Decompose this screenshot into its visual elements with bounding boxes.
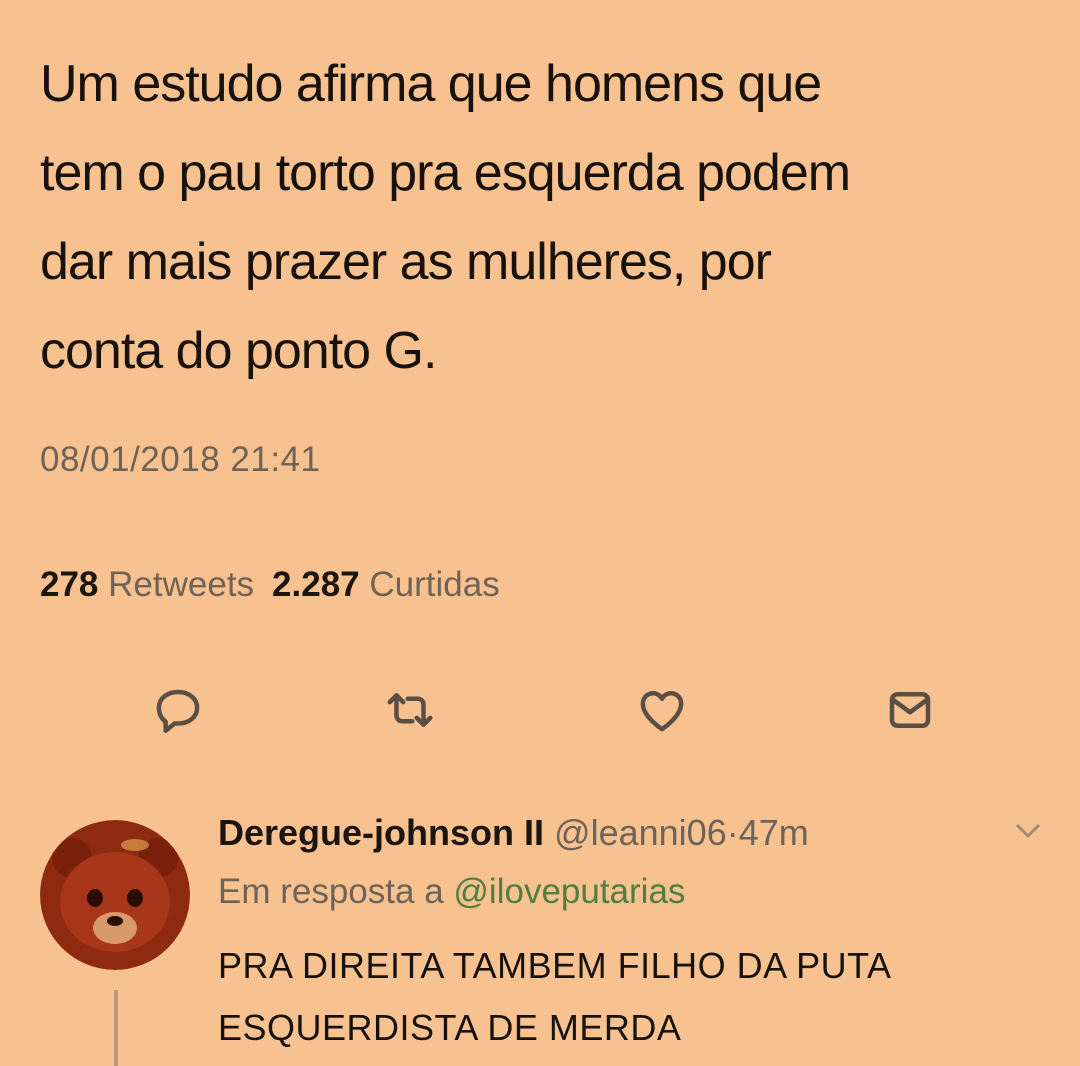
- reply-time: 47m: [738, 812, 809, 853]
- retweets-label: Retweets: [108, 565, 255, 604]
- likes-stat[interactable]: 2.287 Curtidas: [272, 565, 500, 604]
- message-button[interactable]: [880, 680, 940, 740]
- retweet-button[interactable]: [380, 680, 440, 740]
- like-button[interactable]: [632, 680, 692, 740]
- in-reply-label: Em resposta a: [218, 872, 444, 911]
- envelope-icon: [889, 692, 931, 728]
- separator-dot: ·: [726, 812, 739, 853]
- tweet-actions: [0, 680, 1080, 750]
- in-reply-mention[interactable]: @iloveputarias: [453, 872, 685, 911]
- reply-author-name[interactable]: Deregue-johnson II: [218, 812, 544, 853]
- avatar[interactable]: [40, 820, 190, 970]
- likes-label: Curtidas: [369, 565, 500, 604]
- likes-count: 2.287: [272, 565, 360, 604]
- heart-icon: [640, 691, 684, 732]
- reply-author-handle[interactable]: @leanni06: [554, 812, 727, 853]
- tweet-timestamp: 08/01/2018 21:41: [40, 440, 321, 479]
- retweet-icon: [387, 693, 433, 727]
- reply-icon: [156, 689, 200, 733]
- retweets-stat[interactable]: 278 Retweets: [40, 565, 254, 604]
- reply-header: Deregue-johnson II @leanni06·47m: [218, 812, 809, 854]
- retweets-count: 278: [40, 565, 99, 604]
- reply-button[interactable]: [148, 680, 208, 740]
- in-reply-to: Em resposta a @iloveputarias: [218, 872, 685, 912]
- chevron-down-icon[interactable]: [1010, 818, 1046, 844]
- reply-text: PRA DIREITA TAMBEM FILHO DA PUTA ESQUERD…: [218, 945, 892, 1048]
- tweet-text: Um estudo afirma que homens que tem o pa…: [40, 55, 851, 380]
- thread-line: [114, 990, 118, 1066]
- tweet-stats: 278 Retweets 2.287 Curtidas: [40, 565, 500, 605]
- avatar-image: [40, 820, 190, 970]
